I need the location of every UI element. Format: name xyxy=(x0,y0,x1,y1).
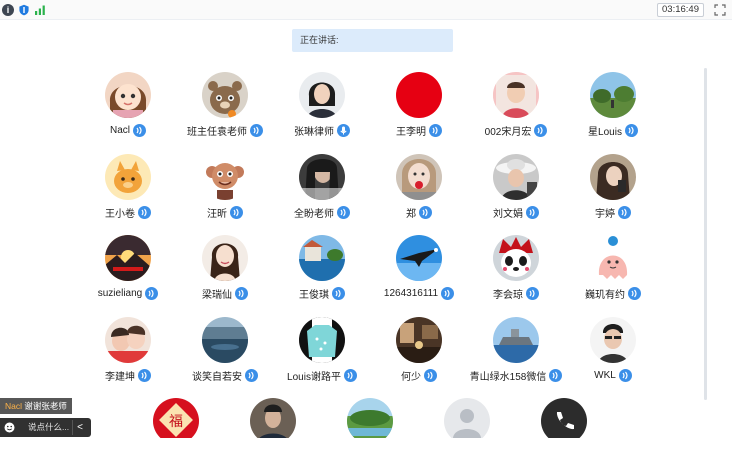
avatar xyxy=(396,154,442,200)
participant-name: suzieliang xyxy=(97,287,143,299)
participant-name: 002宋月宏 xyxy=(484,126,532,138)
participant-name: 汪昕 xyxy=(207,208,227,220)
voice-icon xyxy=(526,205,539,219)
avatar[interactable] xyxy=(250,398,296,438)
participant-name: 王李明 xyxy=(396,126,426,138)
signal-icon[interactable] xyxy=(34,4,46,16)
participant-name: 李建坤 xyxy=(105,371,135,383)
participant-row-partial: 福 xyxy=(0,398,700,438)
voice-icon xyxy=(245,368,258,382)
voice-icon xyxy=(235,286,248,300)
participant-name: 李会琼 xyxy=(493,289,523,301)
voice-icon xyxy=(526,286,539,300)
fullscreen-icon[interactable] xyxy=(714,4,726,16)
scrollbar-thumb[interactable] xyxy=(704,68,707,400)
voice-icon xyxy=(138,205,151,219)
voice-icon xyxy=(138,368,151,382)
avatar xyxy=(299,317,345,363)
avatar xyxy=(590,235,636,281)
avatar xyxy=(396,72,442,118)
avatar xyxy=(202,154,248,200)
avatar xyxy=(396,317,442,363)
speaking-banner: 正在讲话: xyxy=(292,29,453,52)
participant-name: 宇婷 xyxy=(595,208,615,220)
participant-name: 星Louis xyxy=(588,126,622,138)
chat-text: 谢谢张老师 xyxy=(24,401,67,411)
participant-tile[interactable]: WKL xyxy=(553,317,673,393)
voice-icon xyxy=(230,205,243,219)
voice-icon xyxy=(343,368,357,382)
avatar xyxy=(105,317,151,363)
participant-tile[interactable]: 巍玑有约 xyxy=(553,235,673,311)
chat-placeholder: 说点什么... xyxy=(28,422,70,432)
scrollbar[interactable] xyxy=(704,68,707,400)
voice-icon xyxy=(133,123,146,137)
chat-message: Nacl 谢谢张老师 xyxy=(0,398,72,414)
info-icon[interactable]: i xyxy=(2,4,14,16)
participant-name: 何少 xyxy=(401,371,421,383)
chat-sender: Nacl xyxy=(5,401,23,411)
emoji-icon[interactable] xyxy=(4,422,15,433)
voice-icon xyxy=(618,368,632,382)
session-timer: 03:16:49 xyxy=(657,3,704,17)
participant-name: 郑 xyxy=(406,208,416,220)
voice-icon xyxy=(145,286,159,300)
voice-icon xyxy=(332,286,345,300)
avatar xyxy=(299,235,345,281)
avatar xyxy=(493,317,539,363)
status-bar: i 03:16:49 xyxy=(0,0,732,20)
avatar[interactable]: 福 xyxy=(153,398,199,438)
fu-character: 福 xyxy=(169,414,183,430)
avatar xyxy=(590,72,636,118)
participant-name: 梁瑞仙 xyxy=(202,289,232,301)
avatar xyxy=(299,72,345,118)
avatar xyxy=(105,154,151,200)
participant-name: 青山绿水158微信 xyxy=(469,371,547,383)
participant-name: WKL xyxy=(594,369,616,381)
mic-icon xyxy=(337,123,350,137)
avatar[interactable] xyxy=(541,398,587,438)
chat-input[interactable]: 说点什么... < xyxy=(0,418,91,437)
avatar xyxy=(493,72,539,118)
participant-name: 王俊琪 xyxy=(299,289,329,301)
participant-tile[interactable]: 星Louis xyxy=(553,72,673,148)
voice-icon xyxy=(441,286,455,300)
avatar xyxy=(493,235,539,281)
voice-icon xyxy=(419,205,432,219)
avatar xyxy=(202,235,248,281)
voice-icon xyxy=(424,368,437,382)
voice-icon xyxy=(337,205,350,219)
avatar xyxy=(105,235,151,281)
participant-name: 全盼老师 xyxy=(294,208,334,220)
voice-icon xyxy=(624,123,638,137)
avatar xyxy=(493,154,539,200)
avatar xyxy=(590,317,636,363)
avatar xyxy=(202,72,248,118)
voice-icon xyxy=(618,205,631,219)
participant-name: Louis谢路平 xyxy=(287,371,341,383)
avatar xyxy=(396,235,442,281)
participant-name: Nacl xyxy=(109,124,130,136)
participant-name: 谈笑自若安 xyxy=(192,371,242,383)
avatar xyxy=(590,154,636,200)
participant-name: 1264316111 xyxy=(383,287,439,299)
avatar xyxy=(105,72,151,118)
shield-icon[interactable] xyxy=(18,4,30,16)
participant-name: 巍玑有约 xyxy=(585,289,625,301)
collapse-chat-button[interactable]: < xyxy=(72,420,87,435)
participant-tile[interactable]: 宇婷 xyxy=(553,154,673,230)
voice-icon xyxy=(534,123,548,137)
avatar[interactable] xyxy=(347,398,393,438)
participant-name: 张琳律师 xyxy=(294,126,334,138)
participant-name: 王小卷 xyxy=(105,208,135,220)
voice-icon xyxy=(628,286,641,300)
participant-name: 刘文娟 xyxy=(493,208,523,220)
avatar xyxy=(202,317,248,363)
avatar[interactable] xyxy=(444,398,490,438)
avatar xyxy=(299,154,345,200)
participant-name: 班主任袁老师 xyxy=(187,126,247,138)
voice-icon xyxy=(429,123,442,137)
